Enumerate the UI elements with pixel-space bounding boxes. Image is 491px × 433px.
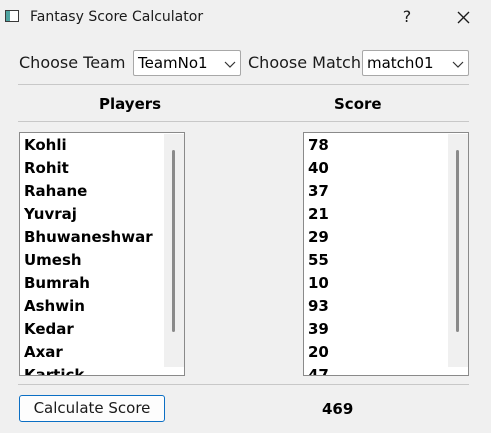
close-icon xyxy=(457,11,470,24)
list-item[interactable]: 21 xyxy=(304,203,329,226)
scores-scroll-thumb[interactable] xyxy=(456,150,459,332)
players-heading: Players xyxy=(99,95,162,113)
list-item[interactable]: Kohli xyxy=(20,134,153,157)
list-item[interactable]: 47 xyxy=(304,364,329,375)
score-heading: Score xyxy=(334,95,382,113)
list-item[interactable]: Bumrah xyxy=(20,272,153,295)
players-list-items: Kohli Rohit Rahane Yuvraj Bhuwaneshwar U… xyxy=(20,134,153,375)
calculate-score-button[interactable]: Calculate Score xyxy=(19,395,165,422)
divider xyxy=(18,121,469,122)
divider xyxy=(18,384,469,385)
divider xyxy=(18,84,469,85)
list-item[interactable]: Axar xyxy=(20,341,153,364)
list-item[interactable]: Bhuwaneshwar xyxy=(20,226,153,249)
list-item[interactable]: Rahane xyxy=(20,180,153,203)
list-item[interactable]: Umesh xyxy=(20,249,153,272)
list-item[interactable]: Yuvraj xyxy=(20,203,153,226)
window-title: Fantasy Score Calculator xyxy=(30,9,204,25)
chevron-down-icon xyxy=(452,61,464,68)
list-item[interactable]: 93 xyxy=(304,295,329,318)
match-label: Choose Match xyxy=(248,53,361,72)
title-bar: Fantasy Score Calculator ? xyxy=(0,0,491,36)
app-window-icon xyxy=(5,10,19,22)
match-select[interactable]: match01 xyxy=(362,50,469,76)
list-item[interactable]: 55 xyxy=(304,249,329,272)
list-item[interactable]: 20 xyxy=(304,341,329,364)
chevron-down-icon xyxy=(224,61,236,68)
list-item[interactable]: Kartick xyxy=(20,364,153,375)
list-item[interactable]: 39 xyxy=(304,318,329,341)
close-button[interactable] xyxy=(449,4,477,30)
list-item[interactable]: 37 xyxy=(304,180,329,203)
scores-list-items: 78 40 37 21 29 55 10 93 39 20 47 xyxy=(304,134,329,375)
list-item[interactable]: 78 xyxy=(304,134,329,157)
list-item[interactable]: 29 xyxy=(304,226,329,249)
list-item[interactable]: 40 xyxy=(304,157,329,180)
players-scrollbar[interactable] xyxy=(164,134,184,367)
list-item[interactable]: 10 xyxy=(304,272,329,295)
match-select-value: match01 xyxy=(367,54,434,72)
help-button[interactable]: ? xyxy=(394,4,420,30)
scores-scrollbar[interactable] xyxy=(448,134,468,367)
team-label: Choose Team xyxy=(19,53,126,72)
list-item[interactable]: Ashwin xyxy=(20,295,153,318)
team-select[interactable]: TeamNo1 xyxy=(133,50,241,76)
players-scroll-thumb[interactable] xyxy=(172,150,175,332)
list-item[interactable]: Rohit xyxy=(20,157,153,180)
team-select-value: TeamNo1 xyxy=(138,54,208,72)
list-item[interactable]: Kedar xyxy=(20,318,153,341)
scores-list[interactable]: 78 40 37 21 29 55 10 93 39 20 47 xyxy=(303,132,469,376)
players-list[interactable]: Kohli Rohit Rahane Yuvraj Bhuwaneshwar U… xyxy=(19,132,185,376)
total-score: 469 xyxy=(322,400,354,418)
